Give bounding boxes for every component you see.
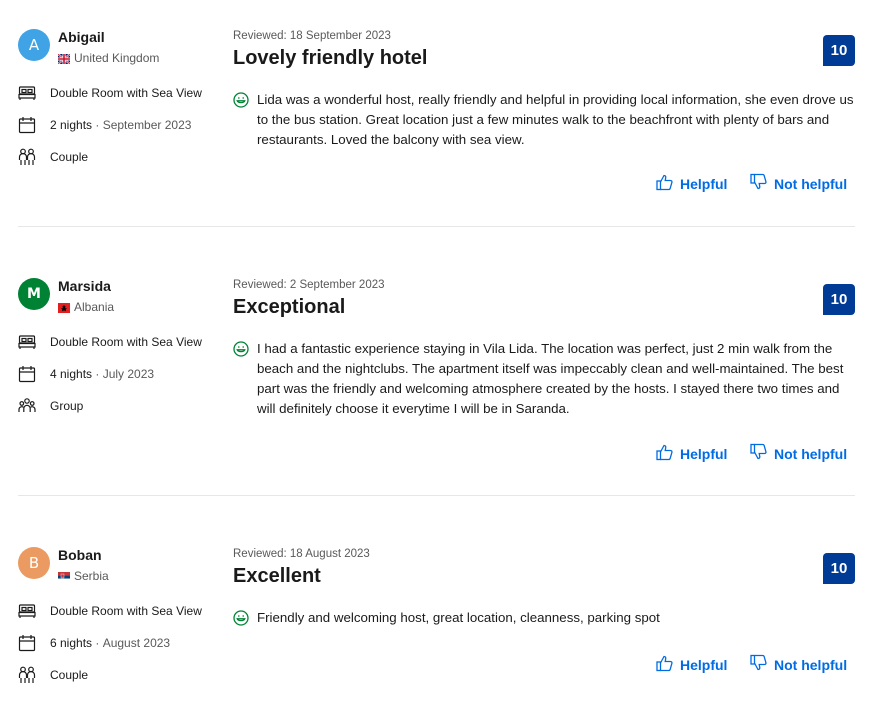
bed-icon bbox=[18, 602, 36, 620]
review-text: I had a fantastic experience staying in … bbox=[257, 341, 844, 416]
helpful-button[interactable]: Helpful bbox=[656, 654, 727, 675]
reviewer-country: Albania bbox=[58, 300, 114, 314]
calendar-icon bbox=[18, 116, 36, 134]
bed-icon bbox=[18, 84, 36, 102]
country-name: Serbia bbox=[74, 569, 109, 583]
stay-date-label: · July 2023 bbox=[92, 367, 155, 381]
smiley-icon bbox=[233, 92, 249, 108]
room-type-label: Double Room with Sea View bbox=[50, 335, 202, 349]
thumbs-up-icon bbox=[656, 654, 674, 675]
thumbs-down-icon bbox=[750, 173, 768, 194]
avatar: A bbox=[18, 29, 50, 61]
review-score: 10 bbox=[823, 284, 855, 315]
thumbs-down-icon bbox=[750, 654, 768, 675]
helpful-button[interactable]: Helpful bbox=[656, 173, 727, 194]
review-card: A Abigail United Kingdom Double Room wit… bbox=[0, 0, 870, 269]
flag-icon bbox=[57, 53, 71, 65]
stay-date: July 2023 bbox=[102, 367, 155, 381]
review-score: 10 bbox=[823, 553, 855, 584]
stay-date: August 2023 bbox=[102, 636, 171, 650]
calendar-icon bbox=[18, 634, 36, 652]
not-helpful-label: Not helpful bbox=[774, 175, 848, 192]
room-type: Double Room with Sea View bbox=[18, 602, 202, 620]
review-date: Reviewed: 18 September 2023 bbox=[233, 30, 391, 42]
helpful-label: Helpful bbox=[680, 656, 728, 673]
calendar-icon bbox=[18, 365, 36, 383]
room-type: Double Room with Sea View bbox=[18, 84, 202, 102]
reviewer-name: Abigail bbox=[58, 29, 105, 45]
room-type-label: Double Room with Sea View bbox=[50, 86, 202, 100]
review-text: Lida was a wonderful host, really friend… bbox=[257, 92, 854, 147]
review-date: Reviewed: 2 September 2023 bbox=[233, 279, 385, 291]
people-icon bbox=[18, 148, 36, 166]
review-title: Lovely friendly hotel bbox=[233, 47, 428, 69]
review-score: 10 bbox=[823, 35, 855, 66]
traveler-label: Group bbox=[50, 399, 84, 413]
traveler-type: Couple bbox=[18, 666, 88, 684]
reviewer-name: Boban bbox=[58, 547, 102, 563]
stay-duration: 4 nights · July 2023 bbox=[18, 365, 154, 383]
divider bbox=[18, 495, 855, 496]
bed-icon bbox=[18, 333, 36, 351]
review-text: Friendly and welcoming host, great locat… bbox=[257, 610, 660, 625]
flag-icon bbox=[58, 302, 70, 313]
divider bbox=[18, 226, 855, 227]
stay-date-label: · August 2023 bbox=[92, 636, 171, 650]
not-helpful-button[interactable]: Not helpful bbox=[750, 443, 847, 464]
reviewer-name: Marsida bbox=[58, 278, 111, 294]
traveler-label: Couple bbox=[50, 150, 89, 164]
review-title: Excellent bbox=[233, 565, 321, 587]
stay-date: September 2023 bbox=[102, 118, 192, 132]
flag-icon bbox=[58, 571, 70, 582]
reviewer-country: Serbia bbox=[58, 569, 109, 583]
smiley-icon bbox=[233, 610, 249, 626]
review-title: Exceptional bbox=[233, 296, 346, 318]
not-helpful-button[interactable]: Not helpful bbox=[750, 654, 847, 675]
helpful-label: Helpful bbox=[680, 445, 728, 462]
avatar: B bbox=[18, 547, 50, 579]
not-helpful-label: Not helpful bbox=[774, 445, 848, 462]
not-helpful-button[interactable]: Not helpful bbox=[750, 173, 847, 194]
nights-label: 6 nights bbox=[50, 636, 93, 650]
traveler-type: Couple bbox=[18, 148, 88, 166]
not-helpful-label: Not helpful bbox=[774, 656, 848, 673]
helpful-label: Helpful bbox=[680, 175, 728, 192]
review-date: Reviewed: 18 August 2023 bbox=[233, 548, 370, 560]
room-type-label: Double Room with Sea View bbox=[50, 604, 202, 618]
traveler-type: Group bbox=[18, 397, 83, 415]
review-card: M Marsida Albania Double Room with Sea V… bbox=[0, 249, 870, 518]
thumbs-up-icon bbox=[656, 173, 674, 194]
review-card: B Boban Serbia Double Room with Sea View… bbox=[0, 518, 870, 705]
room-type: Double Room with Sea View bbox=[18, 333, 202, 351]
reviewer-country: United Kingdom bbox=[57, 51, 160, 65]
people-icon bbox=[18, 666, 36, 684]
nights-label: 4 nights bbox=[50, 367, 93, 381]
stay-duration: 2 nights · September 2023 bbox=[18, 116, 191, 134]
nights-label: 2 nights bbox=[50, 118, 93, 132]
avatar: M bbox=[18, 278, 50, 310]
group-icon bbox=[18, 397, 36, 415]
helpful-button[interactable]: Helpful bbox=[656, 443, 727, 464]
country-name: United Kingdom bbox=[74, 51, 160, 65]
stay-date-label: · September 2023 bbox=[92, 118, 192, 132]
thumbs-up-icon bbox=[656, 443, 674, 464]
stay-duration: 6 nights · August 2023 bbox=[18, 634, 170, 652]
smiley-icon bbox=[233, 341, 249, 357]
traveler-label: Couple bbox=[50, 668, 89, 682]
thumbs-down-icon bbox=[750, 443, 768, 464]
country-name: Albania bbox=[74, 300, 115, 314]
